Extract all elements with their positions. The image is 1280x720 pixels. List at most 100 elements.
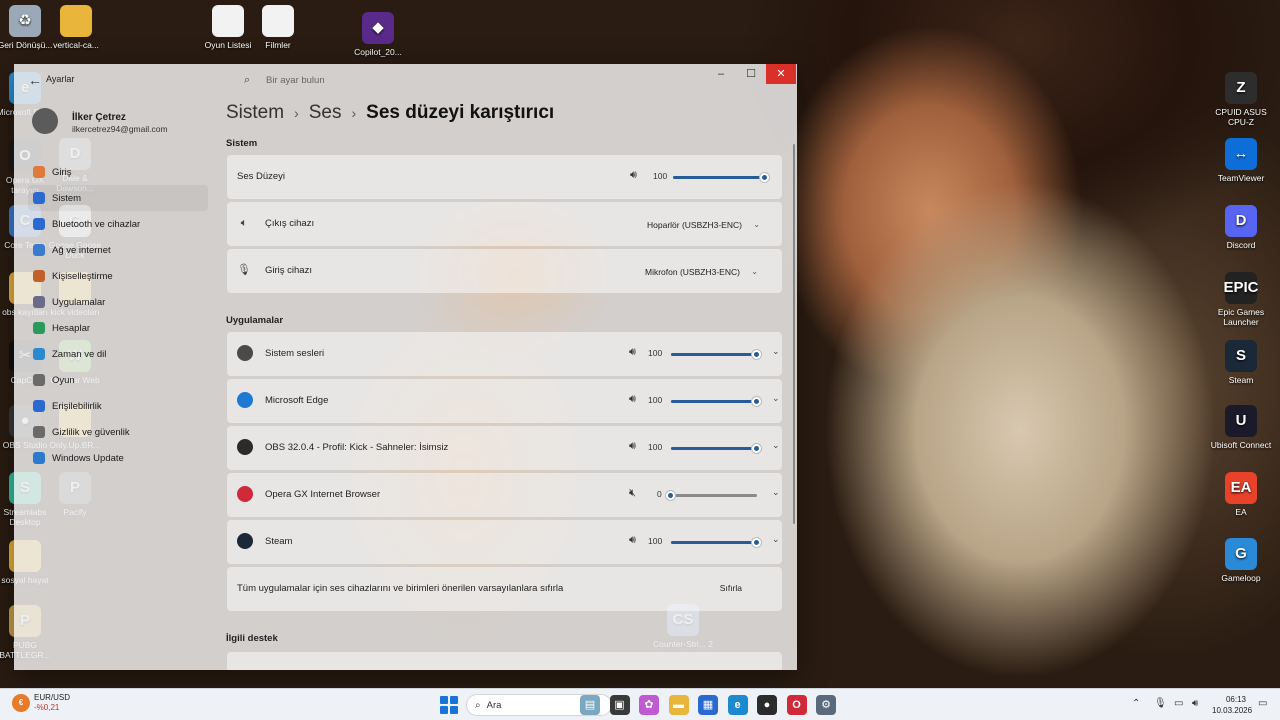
desktop-shortcut[interactable]: vertical-ca...: [44, 5, 108, 50]
speaker-icon[interactable]: 🔊︎: [630, 169, 637, 182]
app-volume-slider[interactable]: [671, 397, 761, 406]
sidebar-item-8[interactable]: Oyun: [28, 367, 208, 393]
taskbar-copilot-icon[interactable]: ✿: [639, 695, 659, 715]
taskbar-edge-icon[interactable]: e: [727, 695, 748, 715]
sidebar-item-2[interactable]: Bluetooth ve cihazlar: [28, 211, 208, 237]
taskbar-widgets-icon[interactable]: ▤: [580, 695, 600, 715]
taskbar-explorer-icon[interactable]: ▬: [668, 695, 689, 715]
section-heading-related: İlgili destek: [226, 633, 278, 644]
app-label: Microsoft Edge: [265, 395, 329, 406]
input-device-card[interactable]: 🎙︎ Giriş cihazı Mikrofon (USBZH3-ENC) ⌄: [227, 249, 782, 293]
title-bar: ← Ayarlar ⌕ Bir ayar bulun – ☐ ✕: [14, 64, 797, 96]
breadcrumb-sistem[interactable]: Sistem: [226, 102, 284, 124]
breadcrumb: Sistem › Ses › Ses düzeyi karıştırıcı: [226, 102, 554, 124]
scrollbar[interactable]: [793, 144, 795, 524]
sidebar-item-9[interactable]: Erişilebilirlik: [28, 393, 208, 419]
desktop-shortcut[interactable]: EPIC Epic Games Launcher: [1209, 272, 1273, 327]
taskbar-obs-icon[interactable]: ●: [757, 695, 777, 715]
sidebar-item-11[interactable]: Windows Update: [28, 445, 208, 471]
reset-card: Tüm uygulamalar için ses cihazlarını ve …: [227, 567, 782, 611]
speaker-icon[interactable]: 🔊︎: [629, 393, 636, 406]
desktop-shortcut[interactable]: ↔ TeamViewer: [1209, 138, 1273, 183]
app-volume-value: 100: [648, 348, 663, 358]
speaker-icon[interactable]: 🔊︎: [629, 440, 636, 453]
sidebar-item-label: Uygulamalar: [52, 296, 106, 308]
output-device-card[interactable]: 🔈︎ Çıkış cihazı Hoparlör (USBZH3-ENC) ⌄: [227, 202, 782, 246]
desktop-shortcut[interactable]: U Ubisoft Connect: [1209, 405, 1273, 450]
desktop-shortcut[interactable]: EA EA: [1209, 472, 1273, 517]
app-volume-slider[interactable]: [671, 538, 761, 547]
volume-icon[interactable]: 🔊︎: [1192, 698, 1198, 709]
desktop-shortcut[interactable]: D Discord: [1209, 205, 1273, 250]
chevron-up-icon[interactable]: ⌃: [1132, 698, 1140, 709]
input-device-dropdown[interactable]: Mikrofon (USBZH3-ENC) ⌄: [645, 262, 762, 282]
app-label: Steam: [265, 536, 293, 547]
notification-icon[interactable]: ▭: [1258, 698, 1267, 709]
speaker-icon[interactable]: 🔊︎: [629, 534, 636, 547]
breadcrumb-ses[interactable]: Ses: [309, 102, 342, 124]
sidebar-item-1[interactable]: Sistem: [28, 185, 208, 211]
output-device-label: Çıkış cihazı: [265, 218, 315, 229]
sidebar-item-0[interactable]: Giriş: [28, 159, 208, 185]
master-volume-slider[interactable]: [673, 173, 769, 182]
chevron-down-icon: ⌄: [753, 220, 760, 229]
sidebar-item-3[interactable]: Ağ ve internet: [28, 237, 208, 263]
minimize-button[interactable]: –: [706, 64, 736, 84]
slider-fill: [671, 541, 757, 544]
slider-thumb[interactable]: [752, 397, 761, 406]
settings-search[interactable]: ⌕ Bir ayar bulun: [242, 69, 572, 91]
desktop-shortcut[interactable]: S Steam: [1209, 340, 1273, 385]
input-device-label: Giriş cihazı: [265, 265, 312, 276]
taskbar-settings-icon[interactable]: ⚙: [816, 695, 836, 715]
chevron-down-icon[interactable]: ⌄: [772, 534, 780, 545]
maximize-button[interactable]: ☐: [736, 64, 766, 84]
currency-widget[interactable]: € EUR/USD -%0,21: [12, 693, 70, 713]
app-volume-slider[interactable]: [671, 350, 761, 359]
related-support-card[interactable]: [227, 652, 782, 670]
chevron-down-icon[interactable]: ⌄: [772, 487, 780, 498]
nav-icon: [33, 166, 45, 178]
nav-icon: [33, 218, 45, 230]
back-button[interactable]: ←: [24, 71, 46, 89]
slider-thumb[interactable]: [752, 350, 761, 359]
desktop-shortcut[interactable]: G Gameloop: [1209, 538, 1273, 583]
desktop-shortcut[interactable]: Filmler: [246, 5, 310, 50]
sidebar-item-5[interactable]: Uygulamalar: [28, 289, 208, 315]
speaker-icon[interactable]: 🔊︎: [629, 346, 636, 359]
taskbar-search-label: Ara: [486, 699, 502, 711]
slider-fill: [671, 353, 757, 356]
app-volume-slider[interactable]: [671, 444, 761, 453]
output-device-dropdown[interactable]: Hoparlör (USBZH3-ENC) ⌄: [647, 215, 764, 235]
currency-widget-icon: €: [12, 694, 30, 712]
chevron-down-icon[interactable]: ⌄: [772, 440, 780, 451]
nav-icon: [33, 374, 45, 386]
sidebar-item-4[interactable]: Kişiselleştirme: [28, 263, 208, 289]
nav-icon: [33, 400, 45, 412]
sidebar-item-label: Sistem: [52, 192, 82, 204]
taskbar-task-view-icon[interactable]: ▣: [609, 695, 630, 715]
taskbar-store-icon[interactable]: ▦: [698, 695, 718, 715]
chevron-down-icon[interactable]: ⌄: [772, 393, 780, 404]
sidebar-item-7[interactable]: Zaman ve dil: [28, 341, 208, 367]
sidebar-item-6[interactable]: Hesaplar: [28, 315, 208, 341]
taskbar-opera-icon[interactable]: O: [786, 695, 807, 715]
chevron-down-icon[interactable]: ⌄: [772, 346, 780, 357]
reset-button[interactable]: Sıfırla: [720, 583, 742, 593]
sidebar-item-label: Bluetooth ve cihazlar: [52, 218, 141, 230]
start-button[interactable]: [440, 696, 458, 714]
desktop-shortcut[interactable]: Z CPUID ASUS CPU-Z: [1209, 72, 1273, 127]
network-icon[interactable]: ▭: [1174, 698, 1183, 709]
mute-icon[interactable]: 🔇︎: [629, 487, 636, 500]
slider-thumb[interactable]: [666, 491, 675, 500]
desktop-shortcut-label: EA: [1235, 507, 1247, 517]
close-button[interactable]: ✕: [766, 64, 796, 84]
app-volume-slider[interactable]: [666, 491, 757, 500]
clock[interactable]: 06:13 10.03.2026: [1212, 694, 1252, 716]
output-device-value: Hoparlör (USBZH3-ENC): [647, 220, 742, 230]
desktop-shortcut[interactable]: ◆ Copilot_20...: [346, 12, 410, 57]
slider-thumb[interactable]: [752, 444, 761, 453]
microphone-icon[interactable]: 🎙︎: [1154, 698, 1167, 709]
slider-thumb[interactable]: [752, 538, 761, 547]
slider-thumb[interactable]: [760, 173, 769, 182]
sidebar-item-10[interactable]: Gizlilik ve güvenlik: [28, 419, 208, 445]
